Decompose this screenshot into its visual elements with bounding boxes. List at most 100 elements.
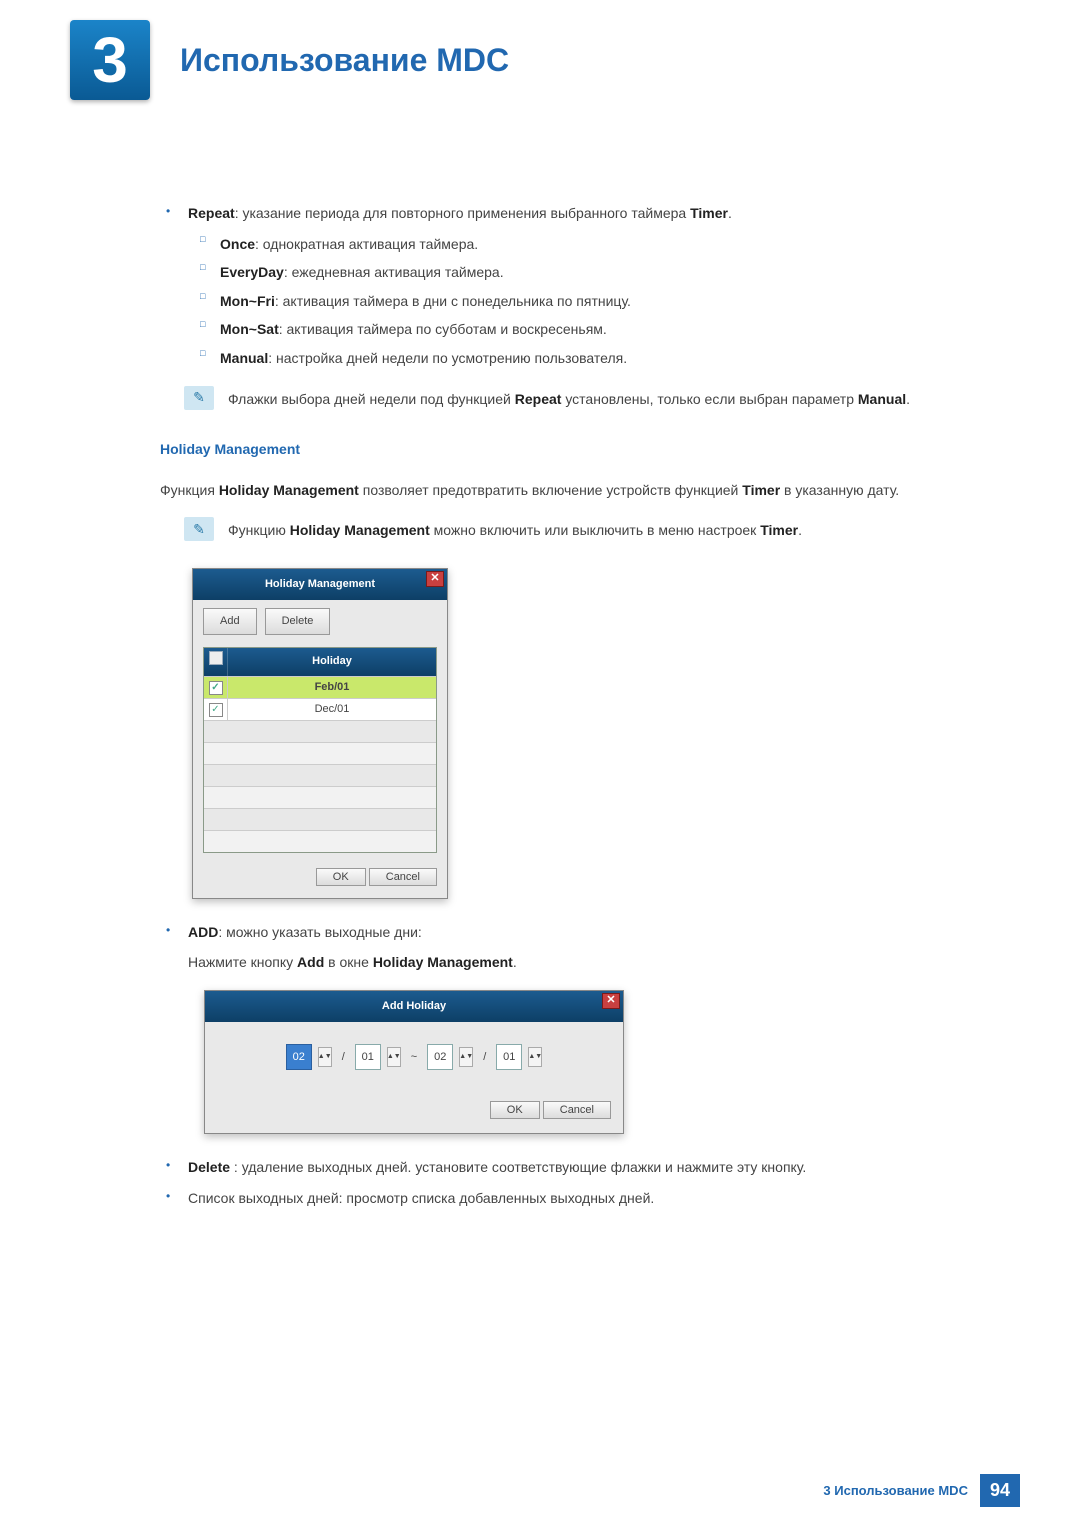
chapter-number-badge: 3 xyxy=(70,20,150,100)
text: . xyxy=(798,522,802,538)
text: . xyxy=(513,954,517,970)
row-checkbox[interactable]: ✓ xyxy=(204,699,228,720)
note-repeat: ✎ Флажки выбора дней недели под функцией… xyxy=(184,386,980,413)
bullet-repeat: Repeat: указание периода для повторного … xyxy=(160,200,980,227)
close-button[interactable]: ✕ xyxy=(426,571,444,587)
section-title-holiday-management: Holiday Management xyxy=(160,436,980,463)
particular-label: Delete xyxy=(188,1159,230,1175)
bullet-add: ADD: можно указать выходные дни: xyxy=(160,919,980,946)
bullet-monsat: Mon~Sat: активация таймера по субботам и… xyxy=(160,316,980,343)
table-row[interactable]: ✓ Feb/01 xyxy=(204,676,436,698)
text: : указание периода для повторного примен… xyxy=(235,205,690,221)
note-text: Флажки выбора дней недели под функцией R… xyxy=(228,386,980,413)
label: EveryDay xyxy=(220,264,284,280)
bullet-everyday: EveryDay: ежедневная активация таймера. xyxy=(160,259,980,286)
label: Timer xyxy=(742,482,780,498)
label: Repeat xyxy=(515,391,562,407)
note-icon: ✎ xyxy=(184,386,214,410)
bullet-once: Once: однократная активация таймера. xyxy=(160,231,980,258)
dialog-footer: OK Cancel xyxy=(205,1092,623,1133)
text: позволяет предотвратить включение устрой… xyxy=(359,482,742,498)
text: в окне xyxy=(324,954,373,970)
table-header: Holiday xyxy=(204,648,436,676)
note-hm: ✎ Функцию Holiday Management можно включ… xyxy=(184,517,980,544)
cancel-button[interactable]: Cancel xyxy=(543,1101,611,1119)
chapter-header: 3 Использование MDC xyxy=(0,0,1080,140)
ok-button[interactable]: OK xyxy=(490,1101,540,1119)
content-area: Repeat: указание периода для повторного … xyxy=(0,140,1080,1212)
start-day-input[interactable]: 01 xyxy=(355,1044,381,1071)
table-row-empty xyxy=(204,742,436,764)
table-row[interactable]: ✓ Dec/01 xyxy=(204,698,436,720)
label: Timer xyxy=(760,522,798,538)
row-checkbox[interactable]: ✓ xyxy=(204,677,228,698)
label: Holiday Management xyxy=(373,954,513,970)
dialog-titlebar: Add Holiday ✕ xyxy=(205,991,623,1022)
text: установлены, только если выбран параметр xyxy=(561,391,857,407)
cancel-button[interactable]: Cancel xyxy=(369,868,437,886)
text: . xyxy=(906,391,910,407)
row-date: Feb/01 xyxy=(228,677,436,698)
page: 3 Использование MDC Repeat: указание пер… xyxy=(0,0,1080,1527)
spinner-icon[interactable]: ▲▼ xyxy=(318,1047,332,1067)
label: Once xyxy=(220,236,255,252)
text: : удаление выходных дней. установите соо… xyxy=(230,1159,806,1175)
slash-separator: / xyxy=(479,1047,490,1068)
paragraph-add-line2: Нажмите кнопку Add в окне Holiday Manage… xyxy=(160,949,980,976)
end-day-input[interactable]: 01 xyxy=(496,1044,522,1071)
table-row-empty xyxy=(204,720,436,742)
add-button[interactable]: Add xyxy=(203,608,257,635)
dialog-footer: OK Cancel xyxy=(193,857,447,898)
label: Manual xyxy=(858,391,906,407)
table-row-empty xyxy=(204,764,436,786)
text: Список выходных дней: просмотр списка до… xyxy=(188,1190,654,1206)
header-checkbox-col[interactable] xyxy=(204,648,228,676)
dialog-title: Add Holiday xyxy=(382,1000,446,1012)
page-footer: 3 Использование MDC 94 xyxy=(823,1474,1020,1507)
paragraph-hm-desc: Функция Holiday Management позволяет пре… xyxy=(160,477,980,504)
start-month-input[interactable]: 02 xyxy=(286,1044,312,1071)
add-holiday-dialog: Add Holiday ✕ 02 ▲▼ / 01 ▲▼ ~ 02 ▲▼ / 01… xyxy=(204,990,624,1135)
holiday-table: Holiday ✓ Feb/01 ✓ Dec/01 xyxy=(203,647,437,853)
label: Mon~Fri xyxy=(220,293,275,309)
label: Holiday Management xyxy=(290,522,430,538)
label-repeat: Repeat xyxy=(188,205,235,221)
footer-chapter-label: 3 Использование MDC xyxy=(823,1483,968,1498)
table-row-empty xyxy=(204,830,436,852)
text: : активация таймера в дни с понедельника… xyxy=(275,293,631,309)
table-row-empty xyxy=(204,808,436,830)
ok-button[interactable]: OK xyxy=(316,868,366,886)
text: . xyxy=(728,205,732,221)
tilde-separator: ~ xyxy=(407,1047,421,1068)
slash-separator: / xyxy=(338,1047,349,1068)
close-button[interactable]: ✕ xyxy=(602,993,620,1009)
holiday-management-dialog: Holiday Management ✕ Add Delete Holiday … xyxy=(192,568,448,899)
label: Add xyxy=(297,954,324,970)
end-month-input[interactable]: 02 xyxy=(427,1044,453,1071)
bullet-list: Список выходных дней: просмотр списка до… xyxy=(160,1185,980,1212)
note-icon: ✎ xyxy=(184,517,214,541)
text: : можно указать выходные дни: xyxy=(218,924,421,940)
spinner-icon[interactable]: ▲▼ xyxy=(459,1047,473,1067)
dialog-titlebar: Holiday Management ✕ xyxy=(193,569,447,600)
spinner-icon[interactable]: ▲▼ xyxy=(387,1047,401,1067)
label: Manual xyxy=(220,350,268,366)
label-timer: Timer xyxy=(690,205,728,221)
table-row-empty xyxy=(204,786,436,808)
label: ADD xyxy=(188,924,218,940)
chapter-title: Использование MDC xyxy=(180,42,509,79)
text: Функция xyxy=(160,482,219,498)
text: в указанную дату. xyxy=(780,482,899,498)
text: : активация таймера по субботам и воскре… xyxy=(279,321,607,337)
toolbar: Add Delete xyxy=(193,600,447,643)
text: можно включить или выключить в меню наст… xyxy=(430,522,760,538)
row-date: Dec/01 xyxy=(228,699,436,720)
page-number: 94 xyxy=(980,1474,1020,1507)
date-range-row: 02 ▲▼ / 01 ▲▼ ~ 02 ▲▼ / 01 ▲▼ xyxy=(205,1022,623,1093)
note-text: Функцию Holiday Management можно включит… xyxy=(228,517,980,544)
text: : ежедневная активация таймера. xyxy=(284,264,504,280)
header-holiday-col: Holiday xyxy=(228,648,436,676)
delete-button[interactable]: Delete xyxy=(265,608,331,635)
text: Флажки выбора дней недели под функцией xyxy=(228,391,515,407)
spinner-icon[interactable]: ▲▼ xyxy=(528,1047,542,1067)
